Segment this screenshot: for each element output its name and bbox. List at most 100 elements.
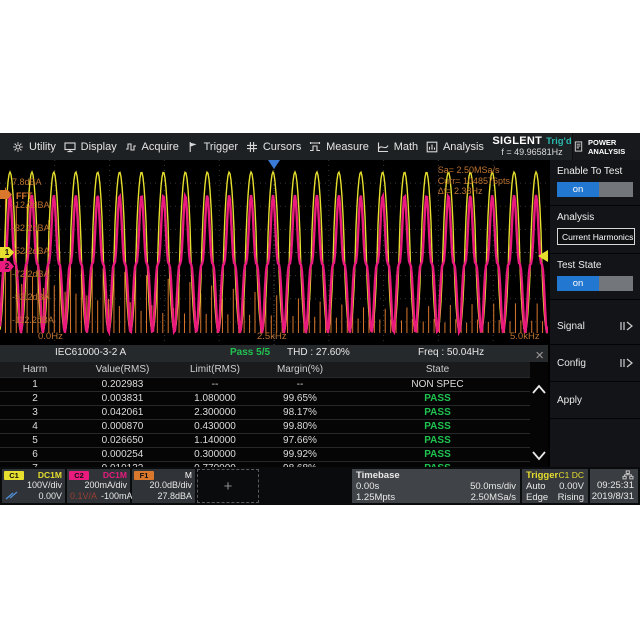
trigger-position-marker[interactable] bbox=[268, 160, 280, 169]
timebase-delay: 0.00s bbox=[356, 481, 379, 492]
table-row: 10.202983----NON SPEC bbox=[0, 377, 530, 391]
f1-descriptor[interactable]: F1 M 20.0dB/div 27.8dBA bbox=[132, 469, 195, 503]
state-cell: PASS bbox=[345, 434, 530, 447]
menu-item-measure[interactable]: Measure bbox=[309, 141, 369, 153]
table-row: 50.0266501.14000097.66%PASS bbox=[0, 433, 530, 447]
power-analysis-panel: Enable To Test on Analysis Current Harmo… bbox=[548, 160, 640, 467]
c2-offset: -100mA bbox=[101, 491, 133, 502]
state-cell: PASS bbox=[345, 392, 530, 405]
trigger-level-marker[interactable] bbox=[538, 250, 548, 262]
trigger-descriptor[interactable]: Trigger C1 DC Auto 0.00V Edge Rising bbox=[522, 469, 588, 503]
value-cell: 3 bbox=[0, 406, 70, 419]
menu-item-display[interactable]: Display bbox=[64, 141, 117, 153]
c2-descriptor[interactable]: C2 DC1M 200mA/div 0.1V/A -100mA bbox=[67, 469, 130, 503]
scroll-up-icon[interactable] bbox=[531, 382, 547, 396]
f1-scale: 20.0dB/div bbox=[149, 480, 192, 491]
frequency-counter: f = 49.96581Hz bbox=[501, 147, 562, 158]
table-row: 60.0002540.30000099.92%PASS bbox=[0, 447, 530, 461]
trigger-slope: Rising bbox=[558, 492, 584, 503]
fft-db-label: -52.2dBA bbox=[12, 246, 50, 256]
fft-trace-label: FFT bbox=[16, 191, 33, 201]
value-cell: 5 bbox=[0, 434, 70, 447]
f1-ref: 27.8dBA bbox=[157, 491, 192, 502]
panel-title: POWER ANALYSIS bbox=[588, 138, 640, 156]
value-cell: -- bbox=[255, 378, 345, 391]
c1-descriptor[interactable]: C1 DC1M 100V/div 0.00V bbox=[2, 469, 65, 503]
menu-item-analysis[interactable]: Analysis bbox=[426, 141, 484, 153]
toggle-on-label: on bbox=[557, 182, 599, 197]
f1-type: M bbox=[185, 470, 192, 480]
waveform-area: 7.8dBA-12.2dBA-32.2dBA-52.2dBA-72.2dBA-9… bbox=[0, 160, 548, 345]
document-icon bbox=[573, 141, 584, 153]
apply-label: Apply bbox=[557, 395, 582, 406]
c2-scale: 200mA/div bbox=[84, 480, 127, 491]
menu-item-acquire[interactable]: Acquire bbox=[125, 141, 179, 153]
add-channel-button[interactable]: + bbox=[197, 469, 259, 503]
menu-item-utility[interactable]: Utility bbox=[12, 141, 56, 153]
menu-item-math[interactable]: Math bbox=[377, 141, 418, 153]
config-label: Config bbox=[557, 358, 586, 369]
slope-icon bbox=[5, 491, 19, 500]
value-cell: 2 bbox=[0, 392, 70, 405]
signal-menu-item[interactable]: Signal bbox=[550, 308, 640, 345]
timebase-descriptor[interactable]: Timebase 0.00s 50.0ms/div 1.25Mpts 2.50M… bbox=[352, 469, 520, 503]
panel-header: POWER ANALYSIS bbox=[572, 133, 640, 160]
value-cell: -- bbox=[175, 378, 255, 391]
menu-item-label: Cursors bbox=[263, 141, 302, 153]
menu-items: Utility Display Acquire Trigger Cursors Measu… bbox=[0, 133, 492, 160]
trigger-status: Trig'd bbox=[546, 136, 571, 147]
c2-coupling: DC1M bbox=[103, 470, 127, 480]
state-cell: PASS bbox=[345, 406, 530, 419]
close-icon[interactable]: × bbox=[535, 347, 544, 364]
value-cell: 0.000870 bbox=[70, 420, 175, 433]
value-cell: 0.300000 bbox=[175, 448, 255, 461]
f1-badge: F1 bbox=[134, 471, 154, 480]
value-cell: 0.202983 bbox=[70, 378, 175, 391]
datetime-box: 09:25:31 2019/8/31 bbox=[590, 469, 638, 503]
apply-button[interactable]: Apply bbox=[550, 382, 640, 419]
value-cell: 99.80% bbox=[255, 420, 345, 433]
table-row: 30.0420612.30000098.17%PASS bbox=[0, 405, 530, 419]
delta-f: Δf= 2.38Hz bbox=[438, 186, 510, 197]
analysis-dropdown[interactable]: Current Harmonics bbox=[557, 228, 635, 245]
clock-date: 2019/8/31 bbox=[592, 491, 634, 502]
submenu-arrow-icon bbox=[619, 321, 633, 331]
test-state-toggle[interactable]: on bbox=[557, 276, 633, 291]
toggle-off-area bbox=[599, 182, 633, 197]
toggle-on-label: on bbox=[557, 276, 599, 291]
value-cell: 99.65% bbox=[255, 392, 345, 405]
network-icon bbox=[622, 470, 634, 480]
value-cell: 1.140000 bbox=[175, 434, 255, 447]
state-cell: NON SPEC bbox=[345, 378, 530, 391]
value-cell: 2.300000 bbox=[175, 406, 255, 419]
c1-badge: C1 bbox=[4, 471, 24, 480]
c2-badge: C2 bbox=[69, 471, 89, 480]
table-row: 40.0008700.43000099.80%PASS bbox=[0, 419, 530, 433]
trigger-level: 0.00V bbox=[559, 481, 584, 492]
value-cell: 97.66% bbox=[255, 434, 345, 447]
enable-to-test-toggle[interactable]: on bbox=[557, 182, 633, 197]
menu-item-label: Measure bbox=[326, 141, 369, 153]
menu-item-label: Acquire bbox=[142, 141, 179, 153]
status-bar: C1 DC1M 100V/div 0.00V C2 DC1M 200mA/div… bbox=[0, 467, 640, 505]
menu-bar: Utility Display Acquire Trigger Cursors Measu… bbox=[0, 133, 640, 160]
cursors-icon bbox=[246, 141, 258, 153]
sample-rate-info: Sa= 2.50MSa/s Curr= 1048576pts Δf= 2.38H… bbox=[438, 165, 510, 197]
menu-item-label: Utility bbox=[29, 141, 56, 153]
sample-rate: Sa= 2.50MSa/s bbox=[438, 165, 510, 176]
column-header: Value(RMS) bbox=[70, 362, 175, 377]
oscilloscope-screen: Utility Display Acquire Trigger Cursors Measu… bbox=[0, 133, 640, 505]
c1-coupling: DC1M bbox=[38, 470, 62, 480]
display-area: 7.8dBA-12.2dBA-32.2dBA-52.2dBA-72.2dBA-9… bbox=[0, 160, 548, 467]
brand-logo: SIGLENT bbox=[492, 136, 542, 147]
fft-db-label: -72.2dBA bbox=[12, 269, 50, 279]
scroll-down-icon[interactable] bbox=[531, 448, 547, 462]
standard-name: IEC61000-3-2 A bbox=[55, 347, 126, 358]
fft-db-label: -112.2dBA bbox=[12, 315, 54, 325]
menu-item-cursors[interactable]: Cursors bbox=[246, 141, 302, 153]
logo-block: SIGLENT Trig'd f = 49.96581Hz bbox=[492, 133, 572, 160]
trigger-source: C1 DC bbox=[558, 470, 584, 481]
config-menu-item[interactable]: Config bbox=[550, 345, 640, 382]
menu-item-trigger[interactable]: Trigger bbox=[187, 141, 238, 153]
menu-item-label: Analysis bbox=[443, 141, 484, 153]
